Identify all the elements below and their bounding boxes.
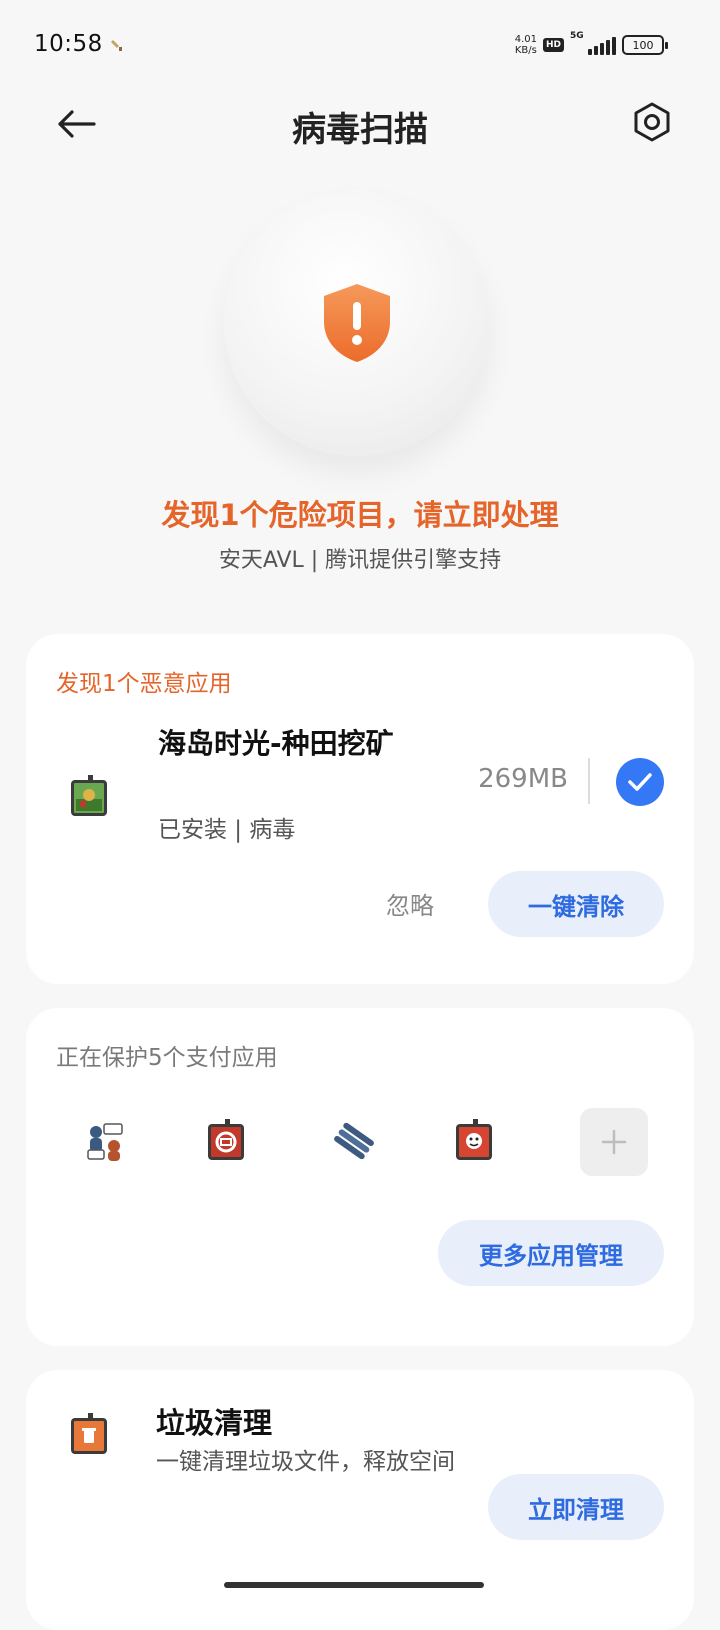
- junk-cleanup-title: 垃圾清理: [156, 1406, 273, 1440]
- ignore-button[interactable]: 忽略: [386, 886, 434, 921]
- status-time: 10:58: [34, 31, 103, 57]
- hd-badge: HD: [542, 38, 564, 52]
- status-indicators: 4.01 KB/s HD 5G 100: [514, 31, 668, 56]
- payment-protection-card: 正在保护5个支付应用 更多应用管理: [26, 1008, 694, 1346]
- select-checkbox[interactable]: [616, 758, 664, 806]
- warning-shield-icon: [324, 284, 390, 362]
- warning-title: 发现1个危险项目，请立即处理: [161, 498, 559, 532]
- add-payment-app-button[interactable]: [580, 1108, 648, 1176]
- checkmark-icon: [628, 773, 652, 791]
- one-click-clean-button[interactable]: 一键清除: [488, 871, 664, 937]
- settings-button[interactable]: [628, 98, 676, 146]
- malicious-app-heading: 发现1个恶意应用: [56, 671, 232, 697]
- malicious-app-card: 发现1个恶意应用 海岛时光-种田挖矿 已安装 | 病毒 269MB 忽略 一键清…: [26, 634, 694, 984]
- clean-now-button[interactable]: 立即清理: [488, 1474, 664, 1540]
- network-speed: 4.01 KB/s: [514, 34, 537, 56]
- payment-app-row: [26, 1108, 694, 1176]
- plus-icon: [601, 1129, 627, 1155]
- more-app-management-button[interactable]: 更多应用管理: [438, 1220, 664, 1286]
- status-bar: 10:58 4.01 KB/s HD 5G 100: [0, 0, 720, 90]
- divider: [588, 758, 590, 804]
- engine-info: 安天AVL | 腾讯提供引擎支持: [218, 548, 502, 573]
- malicious-app-icon: [71, 775, 111, 818]
- home-indicator[interactable]: [224, 1582, 484, 1588]
- payment-protection-heading: 正在保护5个支付应用: [56, 1045, 278, 1071]
- junk-cleanup-card: 垃圾清理 一键清理垃圾文件，释放空间 立即清理: [26, 1370, 694, 1630]
- scan-status-orb: [224, 190, 490, 456]
- settings-hexagon-icon: [634, 102, 670, 142]
- page-title: 病毒扫描: [292, 110, 428, 150]
- shopping-app-icon[interactable]: [456, 1119, 496, 1162]
- junk-cleanup-description: 一键清理垃圾文件，释放空间: [156, 1449, 455, 1475]
- signal-icon: 5G: [570, 31, 616, 55]
- notification-icon: [111, 40, 122, 51]
- messaging-app-icon[interactable]: [86, 1120, 126, 1162]
- wallet-app-icon[interactable]: [332, 1120, 374, 1162]
- malicious-app-name: 海岛时光-种田挖矿: [158, 727, 394, 760]
- junk-cleanup-icon: [71, 1413, 111, 1456]
- malicious-app-size: 269MB: [478, 764, 568, 794]
- battery-icon: 100: [622, 35, 668, 55]
- malicious-app-status: 已安装 | 病毒: [158, 817, 296, 843]
- bank-app-icon[interactable]: [208, 1119, 248, 1162]
- header: 病毒扫描: [0, 90, 720, 160]
